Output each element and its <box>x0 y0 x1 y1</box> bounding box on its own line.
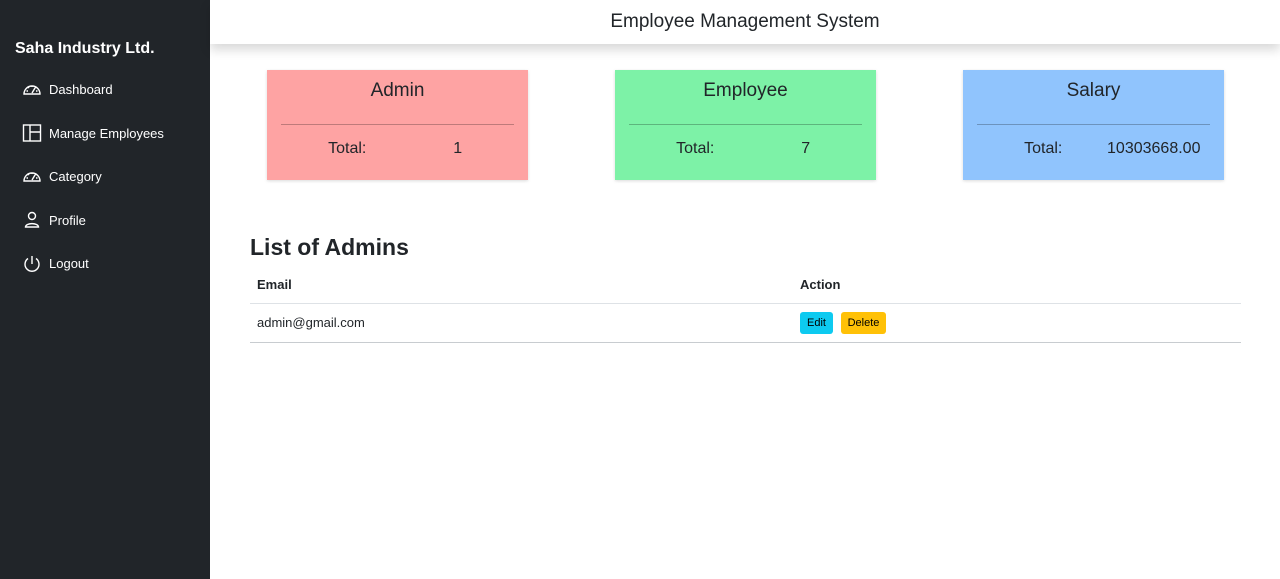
app-root: Saha Industry Ltd. Dashboard Manage Empl… <box>0 0 1280 579</box>
edit-button[interactable]: Edit <box>800 311 833 334</box>
sidebar-item-category[interactable]: Category <box>0 155 210 199</box>
sidebar-item-label: Manage Employees <box>49 125 164 141</box>
salary-card-title: Salary <box>1066 80 1121 101</box>
admin-email-cell: admin@gmail.com <box>250 303 793 343</box>
admin-list-section: List of Admins Email Action admin@gmail.… <box>250 234 1241 343</box>
main-content: Employee Management System Admin Total: … <box>210 0 1280 579</box>
speedometer-icon <box>22 167 42 187</box>
page-title: Employee Management System <box>610 11 880 32</box>
sidebar-item-profile[interactable]: Profile <box>0 199 210 243</box>
total-label: Total: <box>1024 140 1063 157</box>
column-header-email: Email <box>250 275 793 304</box>
sidebar-item-logout[interactable]: Logout <box>0 242 210 286</box>
salary-card: Salary Total: 10303668.00 <box>963 70 1224 180</box>
sidebar-item-label: Category <box>49 169 102 185</box>
employee-card: Employee Total: 7 <box>615 70 876 180</box>
person-icon <box>22 210 42 230</box>
delete-button[interactable]: Delete <box>840 311 887 334</box>
sidebar-item-manage-employees[interactable]: Manage Employees <box>0 112 210 156</box>
salary-card-total: Total: 10303668.00 <box>963 125 1224 158</box>
action-cell: Edit Delete <box>793 303 1241 343</box>
salary-total-value: 10303668.00 <box>1107 140 1201 157</box>
table-row: admin@gmail.com Edit Delete <box>250 303 1241 343</box>
sidebar-nav: Dashboard Manage Employees Category Prof… <box>0 68 210 286</box>
sidebar-item-label: Logout <box>49 256 89 272</box>
speedometer-icon <box>22 80 42 100</box>
admin-list-title: List of Admins <box>250 234 409 260</box>
columns-icon <box>22 123 42 143</box>
sidebar: Saha Industry Ltd. Dashboard Manage Empl… <box>0 0 210 579</box>
employee-card-total: Total: 7 <box>615 125 876 158</box>
top-header: Employee Management System <box>210 0 1280 44</box>
table-header-row: Email Action <box>250 275 1241 304</box>
column-header-action: Action <box>793 275 1241 304</box>
admin-total-value: 1 <box>453 140 463 157</box>
sidebar-item-label: Dashboard <box>49 82 113 98</box>
sidebar-item-label: Profile <box>49 212 86 228</box>
admin-card-total: Total: 1 <box>267 125 528 158</box>
admin-card-title: Admin <box>370 80 425 101</box>
sidebar-item-dashboard[interactable]: Dashboard <box>0 68 210 112</box>
total-label: Total: <box>676 140 715 157</box>
employee-total-value: 7 <box>801 140 811 157</box>
admin-card: Admin Total: 1 <box>267 70 528 180</box>
admin-table: Email Action admin@gmail.com Edit Delete <box>250 275 1241 343</box>
summary-cards: Admin Total: 1 Employee Total: 7 Salary <box>210 44 1280 194</box>
employee-card-title: Employee <box>703 80 788 101</box>
brand-name[interactable]: Saha Industry Ltd. <box>0 0 210 68</box>
total-label: Total: <box>328 140 367 157</box>
power-icon <box>22 254 42 274</box>
